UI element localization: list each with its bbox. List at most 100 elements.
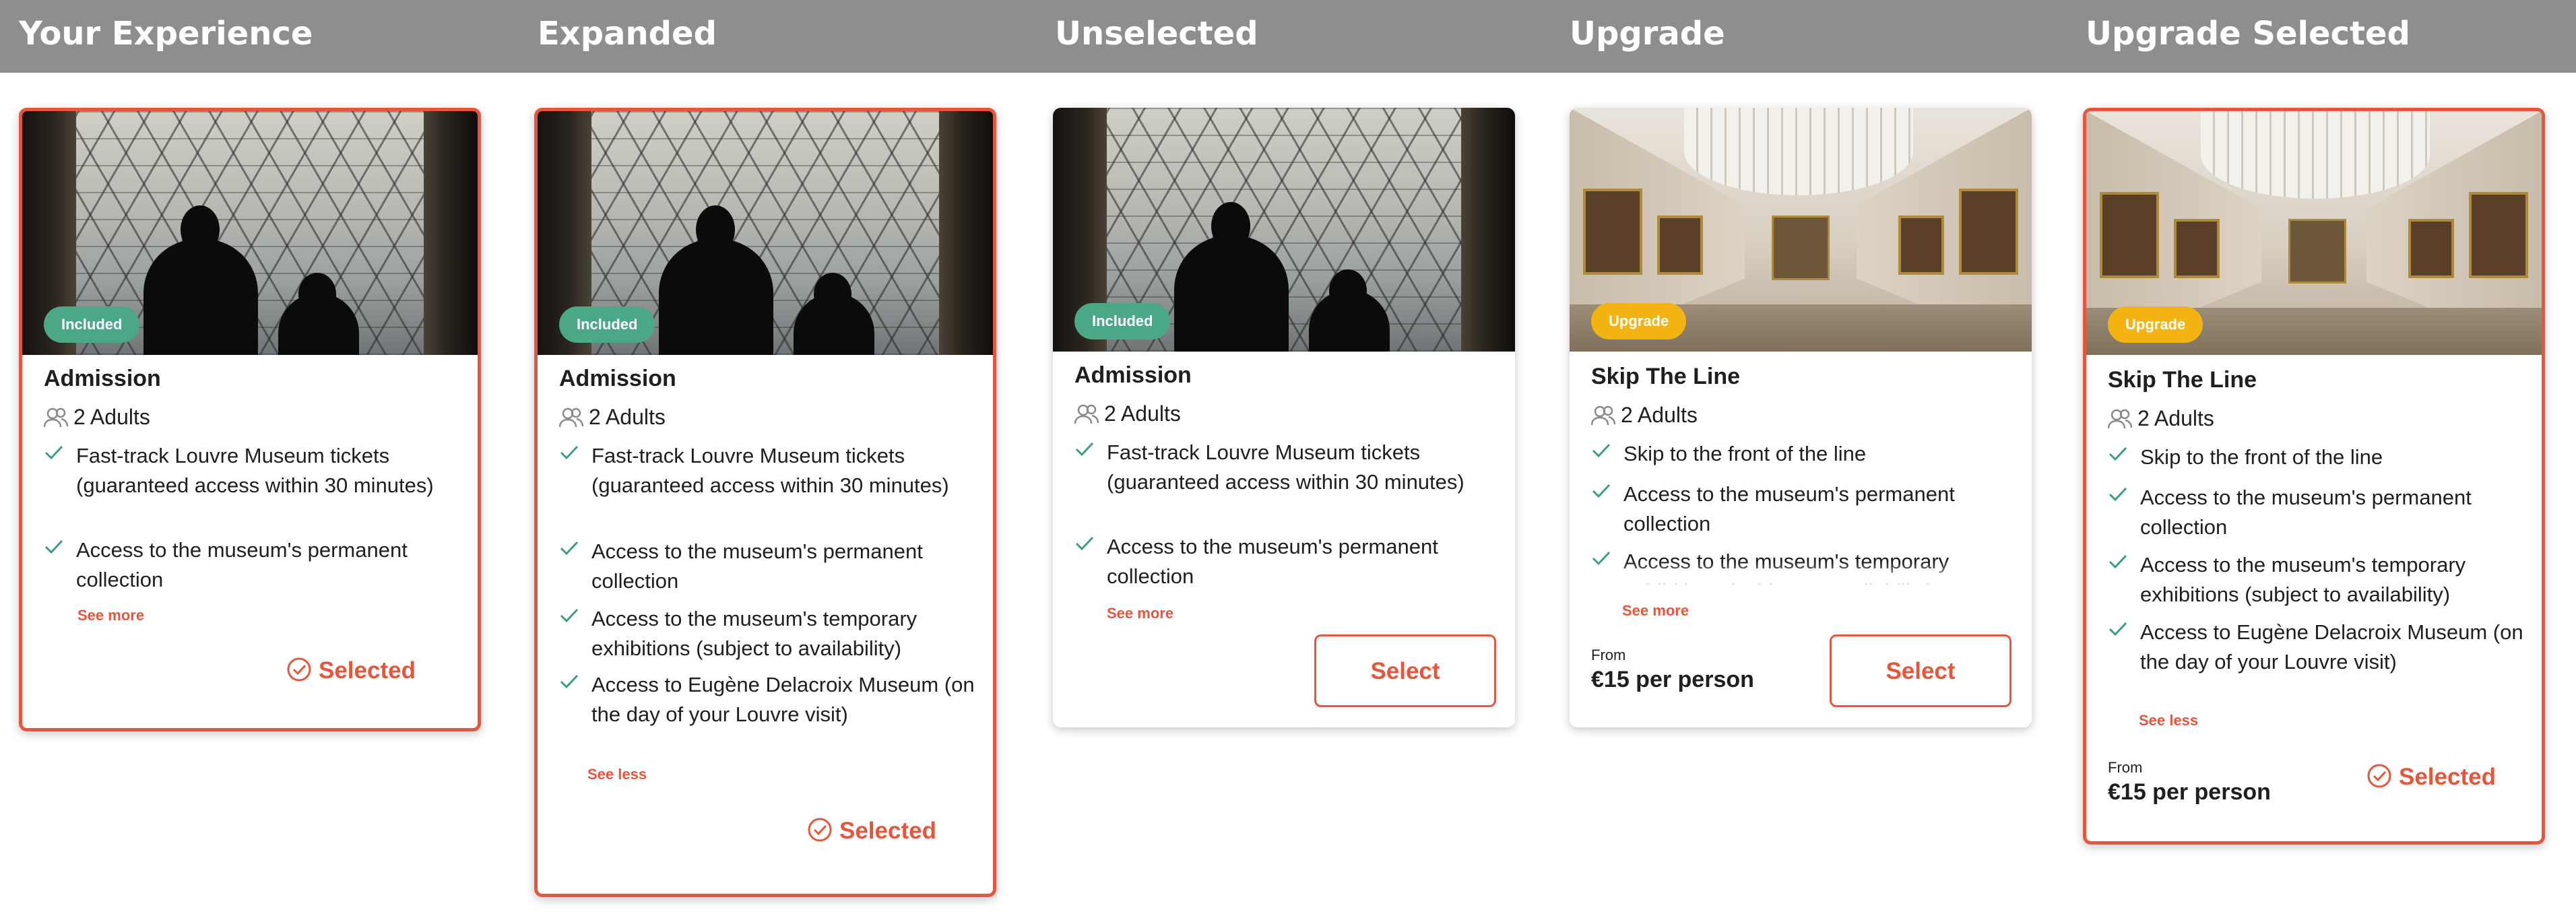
feature-item: Skip to the front of the line <box>1591 439 2009 469</box>
check-icon <box>2108 622 2127 636</box>
see-more-link[interactable]: See more <box>1107 605 1173 622</box>
feature-text: Skip to the front of the line <box>2140 445 2383 469</box>
users-icon <box>43 407 69 428</box>
upgrade-badge: Upgrade <box>2108 306 2203 343</box>
card-title: Admission <box>44 366 161 391</box>
users-icon <box>1590 405 1616 426</box>
users-icon <box>1074 404 1099 424</box>
select-button[interactable]: Select <box>1314 634 1496 707</box>
see-more-link[interactable]: See more <box>77 607 144 624</box>
check-icon <box>1592 443 1611 458</box>
column-title: Upgrade Selected <box>2086 15 2410 53</box>
feature-item: Fast-track Louvre Museum tickets (guaran… <box>1074 438 1492 497</box>
from-label: From <box>2108 759 2143 776</box>
truncated-feature-wrap: Access to the museum's temporary exhibit… <box>1570 547 2032 585</box>
selected-label: Selected <box>839 818 936 844</box>
check-icon <box>560 608 579 623</box>
selected-label: Selected <box>319 657 416 684</box>
feature-item: Access to Eugène Delacroix Museum (on th… <box>559 670 977 729</box>
feature-text: Access to the museum's permanent collect… <box>1107 535 1438 588</box>
selected-indicator[interactable]: Selected <box>807 817 936 845</box>
feature-text: Access to the museum's permanent collect… <box>76 538 408 591</box>
selected-label: Selected <box>2399 764 2496 790</box>
users-icon <box>558 407 584 428</box>
card-title: Admission <box>559 366 676 391</box>
guests-row: 2 Adults <box>1590 403 1698 428</box>
admission-card[interactable]: Included Admission 2 Adults Fast-track L… <box>19 108 481 731</box>
feature-item: Access to the museum's permanent collect… <box>1591 480 2009 539</box>
feature-text: Access to the museum's temporary exhibit… <box>591 607 917 660</box>
header-bar: Your Experience Expanded Unselected Upgr… <box>0 0 2576 73</box>
guests-label: 2 Adults <box>589 405 666 429</box>
feature-item: Fast-track Louvre Museum tickets (guaran… <box>559 441 977 500</box>
admission-card-expanded[interactable]: Included Admission 2 Adults Fast-track L… <box>534 108 996 897</box>
selected-indicator[interactable]: Selected <box>286 657 416 684</box>
column-title: Unselected <box>1055 15 1258 53</box>
feature-item: Skip to the front of the line <box>2108 442 2525 472</box>
check-icon <box>1075 536 1094 551</box>
check-icon <box>2108 554 2127 569</box>
column-title: Your Experience <box>19 15 313 53</box>
see-more-link[interactable]: See more <box>1622 602 1689 620</box>
users-icon <box>2107 409 2133 429</box>
feature-item: Access to the museum's permanent collect… <box>44 535 461 595</box>
check-icon <box>2108 487 2127 502</box>
feature-text: Access to the museum's permanent collect… <box>2140 486 2472 539</box>
guests-label: 2 Adults <box>1104 401 1181 426</box>
check-icon <box>44 539 63 554</box>
admission-card-unselected[interactable]: Included Admission 2 Adults Fast-track L… <box>1053 108 1515 727</box>
card-title: Admission <box>1074 362 1192 388</box>
included-badge: Included <box>44 306 140 343</box>
feature-item: Access to the museum's permanent collect… <box>1074 532 1492 591</box>
check-circle-icon <box>287 657 311 682</box>
check-icon <box>560 541 579 556</box>
upgrade-card[interactable]: Upgrade Skip The Line 2 Adults Skip to t… <box>1570 108 2032 727</box>
check-icon <box>560 674 579 689</box>
check-circle-icon <box>2367 764 2391 788</box>
guests-row: 2 Adults <box>43 405 150 430</box>
see-less-link[interactable]: See less <box>2139 712 2198 729</box>
guests-label: 2 Adults <box>2137 406 2214 430</box>
feature-item: Fast-track Louvre Museum tickets (guaran… <box>44 441 461 500</box>
card-title: Skip The Line <box>1591 364 1741 389</box>
feature-text: Fast-track Louvre Museum tickets (guaran… <box>76 444 434 497</box>
check-icon <box>560 445 579 460</box>
feature-text: Access to the museum's permanent collect… <box>1623 482 1955 535</box>
selected-indicator[interactable]: Selected <box>2366 763 2496 791</box>
price: €15 per person <box>2108 779 2271 805</box>
check-circle-icon <box>808 818 832 842</box>
card-title: Skip The Line <box>2108 367 2257 393</box>
guests-row: 2 Adults <box>2107 406 2214 431</box>
feature-text: Access to Eugène Delacroix Museum (on th… <box>2140 620 2523 673</box>
price: €15 per person <box>1591 667 1754 692</box>
feature-text: Fast-track Louvre Museum tickets (guaran… <box>1107 440 1464 494</box>
check-icon <box>44 445 63 460</box>
feature-item: Access to the museum's temporary exhibit… <box>559 604 977 663</box>
select-button[interactable]: Select <box>1830 634 2011 707</box>
check-icon <box>1592 484 1611 498</box>
fade-overlay <box>1570 562 2032 585</box>
see-less-link[interactable]: See less <box>587 766 647 783</box>
upgrade-badge: Upgrade <box>1591 303 1687 339</box>
check-icon <box>2108 447 2127 461</box>
guests-row: 2 Adults <box>558 405 666 430</box>
guests-label: 2 Adults <box>1621 403 1698 427</box>
feature-item: Access to the museum's permanent collect… <box>559 537 977 596</box>
feature-text: Access to the museum's temporary exhibit… <box>2140 553 2466 606</box>
check-icon <box>1075 442 1094 457</box>
included-badge: Included <box>559 306 655 343</box>
feature-text: Access to Eugène Delacroix Museum (on th… <box>591 673 975 726</box>
column-title: Expanded <box>538 15 717 53</box>
feature-item: Access to the museum's temporary exhibit… <box>2108 550 2525 610</box>
guests-row: 2 Adults <box>1074 401 1181 426</box>
column-title: Upgrade <box>1570 15 1725 53</box>
feature-text: Fast-track Louvre Museum tickets (guaran… <box>591 444 949 497</box>
feature-text: Skip to the front of the line <box>1623 442 1867 465</box>
feature-item: Access to Eugène Delacroix Museum (on th… <box>2108 618 2525 677</box>
upgrade-card-selected[interactable]: Upgrade Skip The Line 2 Adults Skip to t… <box>2083 108 2545 845</box>
included-badge: Included <box>1074 303 1171 339</box>
feature-item: Access to the museum's permanent collect… <box>2108 483 2525 542</box>
from-label: From <box>1591 647 1626 663</box>
guests-label: 2 Adults <box>73 405 150 429</box>
feature-text: Access to the museum's permanent collect… <box>591 539 923 593</box>
